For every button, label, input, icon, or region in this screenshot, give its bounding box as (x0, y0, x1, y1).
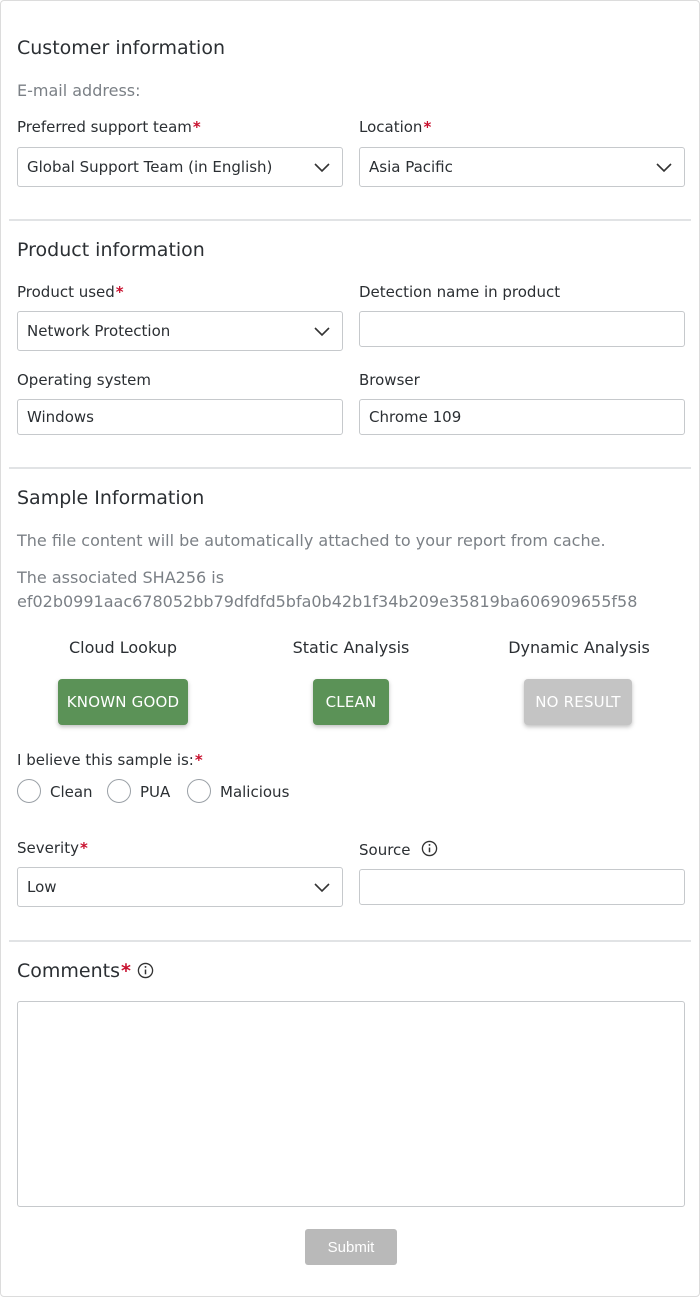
severity-label: Severity* (17, 839, 88, 857)
dynamic-analysis-title: Dynamic Analysis (508, 638, 650, 657)
chevron-down-icon (314, 883, 330, 893)
section-divider (9, 940, 691, 942)
support-team-label: Preferred support team* (17, 118, 201, 136)
source-input[interactable] (359, 869, 685, 905)
browser-input[interactable]: Chrome 109 (359, 399, 685, 435)
severity-select[interactable]: Low (17, 867, 343, 907)
info-icon[interactable] (137, 962, 154, 979)
dynamic-analysis-result-badge: NO RESULT (524, 679, 632, 725)
comments-title: Comments* (17, 960, 131, 982)
radio-label-malicious: Malicious (220, 783, 290, 801)
radio-pua[interactable] (107, 779, 131, 803)
severity-value: Low (27, 878, 57, 896)
static-analysis-title: Static Analysis (292, 638, 410, 657)
chevron-down-icon (656, 163, 672, 173)
chevron-down-icon (314, 327, 330, 337)
static-analysis-result-badge: CLEAN (313, 679, 389, 725)
comments-textarea[interactable] (17, 1001, 685, 1207)
chevron-down-icon (314, 163, 330, 173)
sha-line: The associated SHA256 is (17, 568, 225, 587)
sha-value: ef02b0991aac678052bb79dfdfd5bfa0b42b1f34… (17, 592, 638, 611)
radio-malicious[interactable] (187, 779, 211, 803)
detection-name-input[interactable] (359, 311, 685, 347)
product-used-select[interactable]: Network Protection (17, 311, 343, 351)
product-used-label: Product used* (17, 283, 124, 301)
section-divider (9, 467, 691, 469)
customer-section-title: Customer information (17, 37, 225, 59)
report-form: Customer information E-mail address: Pre… (0, 0, 700, 1297)
info-icon[interactable] (421, 840, 438, 857)
belief-label: I believe this sample is:* (17, 751, 203, 769)
radio-label-clean: Clean (50, 783, 93, 801)
sample-section-title: Sample Information (17, 487, 205, 509)
os-label: Operating system (17, 371, 151, 389)
os-input[interactable]: Windows (17, 399, 343, 435)
cloud-lookup-result-badge: KNOWN GOOD (58, 679, 188, 725)
cache-note: The file content will be automatically a… (17, 531, 606, 550)
radio-label-pua: PUA (140, 783, 171, 801)
cloud-lookup-title: Cloud Lookup (68, 638, 178, 657)
location-label: Location* (359, 118, 432, 136)
location-value: Asia Pacific (369, 158, 453, 176)
submit-button[interactable]: Submit (305, 1229, 397, 1265)
section-divider (9, 219, 691, 221)
radio-clean[interactable] (17, 779, 41, 803)
browser-label: Browser (359, 371, 420, 389)
support-team-value: Global Support Team (in English) (27, 158, 273, 176)
source-label: Source (359, 841, 411, 859)
support-team-select[interactable]: Global Support Team (in English) (17, 147, 343, 187)
product-section-title: Product information (17, 239, 205, 261)
location-select[interactable]: Asia Pacific (359, 147, 685, 187)
detection-name-label: Detection name in product (359, 283, 561, 301)
email-label: E-mail address: (17, 81, 141, 100)
product-used-value: Network Protection (27, 322, 171, 340)
